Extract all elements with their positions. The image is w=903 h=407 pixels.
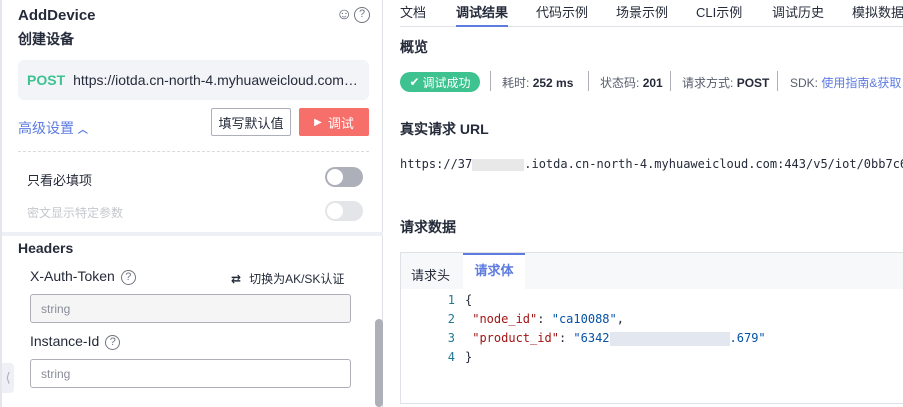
show-plaintext-toggle[interactable] (325, 201, 363, 221)
only-required-toggle[interactable] (325, 167, 363, 187)
status-code-value: 201 (642, 76, 663, 90)
status-badge-label: 调试成功 (422, 75, 471, 90)
sdk-link[interactable]: 使用指南&获取 (821, 76, 901, 90)
advanced-settings-toggle[interactable]: 高级设置 ︿ (18, 118, 88, 138)
tab-debug-result[interactable]: 调试结果 (456, 0, 509, 27)
url-text: https://iotda.cn-north-4.myhuaweicloud.c… (73, 72, 358, 88)
help-icon[interactable]: ? (120, 269, 136, 285)
fill-default-button[interactable]: 填写默认值 (211, 108, 291, 136)
code-brace: } (465, 350, 473, 364)
request-method: 请求方式: POST (682, 74, 769, 91)
url-prefix: https://37 (400, 157, 473, 171)
field-label: Instance-Id (30, 333, 100, 349)
headers-title: Headers (18, 240, 74, 256)
instance-id-input[interactable]: string (30, 359, 351, 388)
api-title: AddDevice (18, 7, 96, 24)
tab-docs[interactable]: 文档 (400, 0, 426, 27)
request-data-box: 请求头 请求体 1 2 3 4 { "node_id": "ca10088", … (400, 252, 903, 404)
overview-title: 概览 (400, 39, 428, 55)
play-icon: ▶ (314, 116, 322, 128)
method-value: POST (736, 76, 770, 90)
subtab-body[interactable]: 请求体 (463, 253, 525, 289)
line-number: 2 (447, 312, 455, 326)
real-url: https://37 .iotda.cn-north-4.myhuaweiclou… (400, 157, 903, 171)
x-auth-token-label: X-Auth-Token? (30, 268, 136, 285)
request-url: POST https://iotda.cn-north-4.myhuaweicl… (18, 60, 369, 100)
field-label: X-Auth-Token (30, 268, 115, 284)
instance-id-label: Instance-Id? (30, 333, 121, 350)
scrollbar[interactable] (375, 319, 383, 407)
collapse-handle-icon[interactable]: ⟨ (2, 363, 14, 393)
show-plaintext-label: 密文显示特定参数 (27, 206, 124, 220)
code-key: "product_id" (472, 331, 559, 345)
code-value: .679" (729, 331, 766, 345)
divider (588, 71, 589, 91)
section-separator (2, 232, 383, 236)
real-url-title: 真实请求 URL (400, 121, 489, 137)
tab-code-sample[interactable]: 代码示例 (536, 0, 588, 27)
code-value: "6342 (573, 331, 610, 345)
code-brace: { (465, 293, 473, 307)
api-subtitle: 创建设备 (18, 31, 74, 47)
help-icon[interactable]: ? (354, 7, 370, 23)
debug-label: 调试 (327, 115, 354, 131)
debug-button[interactable]: ▶ 调试 (299, 108, 369, 136)
sdk-label: SDK: (790, 76, 819, 90)
line-number: 1 (447, 293, 455, 307)
advanced-label: 高级设置 (18, 120, 74, 136)
x-auth-token-input[interactable]: string (30, 294, 351, 323)
request-data-title: 请求数据 (400, 219, 456, 235)
switch-auth-label: 切换为AK/SK认证 (249, 272, 345, 286)
code-value: "ca10088" (551, 312, 617, 326)
divider (777, 71, 778, 91)
api-panel: AddDevice ☺ ? 创建设备 POST https://iotda.cn… (0, 0, 383, 407)
divider (18, 151, 369, 152)
line-number: 3 (447, 331, 455, 345)
status-code: 状态码: 201 (600, 74, 663, 91)
line-number: 4 (447, 350, 455, 364)
divider (490, 71, 491, 91)
tab-mock-data[interactable]: 模拟数据 (852, 0, 903, 27)
duration: 耗时: 252 ms (502, 74, 573, 91)
method-label: 请求方式: (682, 76, 734, 90)
tab-scenario-sample[interactable]: 场景示例 (616, 0, 668, 27)
status-code-label: 状态码: (600, 76, 640, 90)
help-icon[interactable]: ? (105, 334, 121, 350)
status-badge: ✔ 调试成功 (400, 72, 480, 92)
switch-auth-button[interactable]: ⇄ 切换为AK/SK认证 (231, 270, 344, 287)
tab-bar: 文档 调试结果 代码示例 场景示例 CLI示例 调试历史 模拟数据 (400, 0, 903, 27)
tab-cli-sample[interactable]: CLI示例 (696, 0, 742, 27)
method-label: POST (27, 72, 66, 88)
tab-debug-history[interactable]: 调试历史 (772, 0, 824, 27)
code-key: "node_id" (472, 312, 538, 326)
redacted-block (472, 158, 525, 171)
sdk: SDK: 使用指南&获取 (790, 74, 901, 91)
check-icon: ✔ (409, 75, 420, 89)
only-required-label: 只看必填项 (27, 173, 93, 188)
duration-label: 耗时: (502, 76, 530, 90)
chevron-up-icon: ︿ (77, 125, 88, 136)
url-suffix: .iotda.cn-north-4.myhuaweicloud.com:443/… (524, 157, 903, 171)
divider (670, 71, 671, 91)
duration-value: 252 ms (532, 76, 574, 90)
swap-icon: ⇄ (231, 272, 242, 286)
redacted-block (609, 331, 730, 346)
smile-icon[interactable]: ☺ (336, 6, 352, 24)
subtab-headers[interactable]: 请求头 (411, 265, 450, 284)
result-panel: 文档 调试结果 代码示例 场景示例 CLI示例 调试历史 模拟数据 概览 ✔ 调试… (384, 0, 903, 407)
